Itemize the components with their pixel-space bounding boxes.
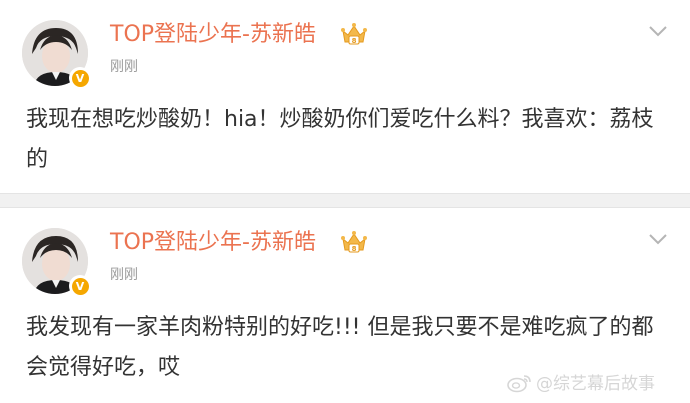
watermark: @综艺幕后故事 <box>506 372 655 396</box>
crown-icon[interactable]: 8 <box>340 230 368 256</box>
chevron-down-icon[interactable] <box>648 232 668 246</box>
crown-icon[interactable]: 8 <box>340 22 368 48</box>
weibo-feed: V TOP登陆少年-苏新皓 8 刚刚 我现在想吃炒酸奶！hia！炒酸奶你们爱吃什… <box>0 0 690 403</box>
chevron-down-icon[interactable] <box>648 24 668 38</box>
username-link[interactable]: TOP登陆少年-苏新皓 <box>110 21 316 49</box>
svg-text:8: 8 <box>352 245 357 253</box>
post-timestamp: 刚刚 <box>110 267 138 283</box>
post-divider <box>0 193 690 208</box>
svg-text:8: 8 <box>352 37 357 45</box>
verified-badge: V <box>69 67 91 89</box>
username-link[interactable]: TOP登陆少年-苏新皓 <box>110 229 316 257</box>
post-card: V TOP登陆少年-苏新皓 8 刚刚 我现在想吃炒酸奶！hia！炒酸奶你们爱吃什… <box>0 0 690 193</box>
post-timestamp: 刚刚 <box>110 59 138 75</box>
watermark-text: @综艺幕后故事 <box>536 374 655 394</box>
verified-badge: V <box>69 275 91 297</box>
avatar[interactable]: V <box>22 20 92 90</box>
weibo-logo-icon <box>507 375 531 393</box>
post-content: 我现在想吃炒酸奶！hia！炒酸奶你们爱吃什么料？我喜欢：荔枝的 <box>26 107 654 172</box>
avatar[interactable]: V <box>22 228 92 298</box>
